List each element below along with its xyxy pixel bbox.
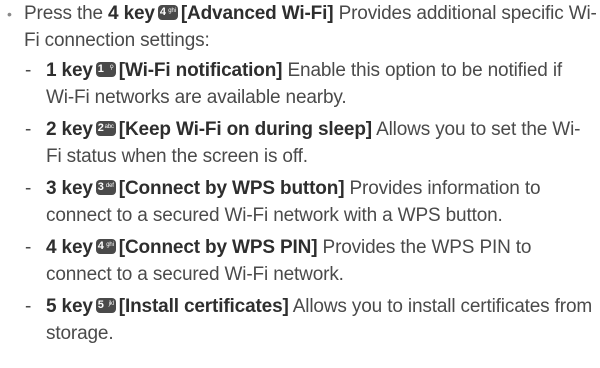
list-item: - 2 key 2 abc [Keep Wi-Fi on during sleep] … — [0, 117, 600, 170]
document-body: • Press the 4 key 4 ghi [Advanced Wi-Fi] Pr… — [0, 0, 600, 347]
option-title: [Wi-Fi notification] — [118, 60, 283, 81]
dash-marker: - — [25, 178, 32, 199]
list-item: - 5 key 5 jkl [Install certificates] Allows… — [0, 294, 600, 347]
keypad-3-icon: 3 def — [95, 180, 116, 195]
list-item: - 1 key 1 ⚲ [Wi-Fi notification] Enable thi… — [0, 58, 600, 111]
key-label: 2 key — [46, 119, 93, 140]
dash-marker: - — [25, 296, 32, 317]
option-title: [Keep Wi-Fi on during sleep] — [118, 119, 372, 140]
key-label: 3 key — [46, 178, 93, 199]
keypad-1-icon: 1 ⚲ — [95, 62, 116, 77]
sub-option-list: - 1 key 1 ⚲ [Wi-Fi notification] Enable thi… — [0, 58, 600, 347]
list-item: - 4 key 4 ghi [Connect by WPS PIN] Provides… — [0, 235, 600, 288]
keypad-4-icon: 4 ghi — [95, 239, 116, 254]
option-title: [Install certificates] — [118, 296, 289, 317]
press-text: Press the — [24, 3, 109, 24]
dash-marker: - — [25, 60, 32, 81]
option-title: [Connect by WPS button] — [118, 178, 345, 199]
key-label: 1 key — [46, 60, 93, 81]
dash-marker: - — [25, 119, 32, 140]
list-item: - 3 key 3 def [Connect by WPS button] Provi… — [0, 176, 600, 229]
bullet-icon: • — [7, 6, 12, 22]
keypad-4-icon: 4 ghi — [157, 5, 178, 20]
option-title: [Advanced Wi-Fi] — [180, 3, 334, 24]
dash-marker: - — [25, 237, 32, 258]
advanced-wifi-bullet: • Press the 4 key 4 ghi [Advanced Wi-Fi] Pr… — [0, 1, 600, 54]
keypad-5-icon: 5 jkl — [95, 298, 116, 313]
key-label: 4 key — [46, 237, 93, 258]
key-label: 4 key — [108, 3, 155, 24]
keypad-2-icon: 2 abc — [95, 121, 116, 136]
key-label: 5 key — [46, 296, 93, 317]
option-title: [Connect by WPS PIN] — [118, 237, 318, 258]
